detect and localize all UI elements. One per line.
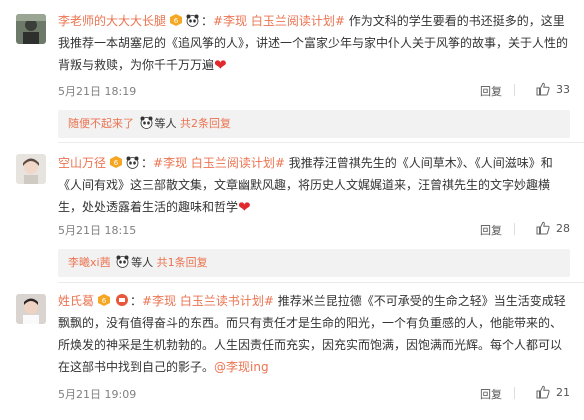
panda-emoji-icon [186, 12, 199, 27]
fan-badge-icon: 6 [96, 292, 112, 306]
reply-button[interactable]: 回复 [480, 222, 502, 238]
divider [514, 387, 515, 399]
username[interactable]: 姓氏葛 [58, 294, 94, 308]
divider [514, 84, 515, 96]
sub-reply-bar[interactable]: 李曦xi茜 等人 共1条回复 [58, 249, 570, 277]
comment-meta: 5月21日 18:19 回复 33 [58, 83, 570, 101]
heart-emoji-icon: ❤ [238, 198, 251, 216]
comment-meta: 5月21日 19:09 回复 21 [58, 386, 570, 404]
like-count: 28 [556, 221, 570, 235]
fan-badge-icon: 6 [108, 154, 124, 168]
topic-tag[interactable]: #李现 白玉兰读书计划# [142, 294, 274, 308]
topic-tag[interactable]: #李现 白玉兰阅读计划# [153, 156, 285, 170]
avatar[interactable] [16, 14, 46, 44]
more-replies-link[interactable]: 共1条回复 [157, 256, 208, 269]
timestamp: 5月21日 18:15 [58, 224, 137, 237]
topic-tag[interactable]: #李现 白玉兰阅读计划# [213, 14, 345, 28]
like-button[interactable]: 28 [536, 221, 570, 235]
comment-item: 李老师的大大大长腿 6 ：#李现 白玉兰阅读计划# 作为文科的学生要看的书还挺多的，… [0, 0, 584, 140]
panda-emoji-icon [116, 251, 129, 268]
reply-button[interactable]: 回复 [480, 83, 502, 99]
thumbs-up-icon [536, 221, 550, 235]
svg-text:6: 6 [174, 17, 179, 25]
like-button[interactable]: 33 [536, 82, 570, 96]
username[interactable]: 李老师的大大大长腿 [58, 14, 166, 28]
heart-emoji-icon: ❤ [214, 56, 227, 74]
like-count: 33 [556, 82, 570, 96]
fan-badge-icon: 6 [168, 12, 184, 26]
sub-reply-text: 等人 [154, 117, 177, 130]
thumbs-up-icon [536, 82, 550, 96]
reply-button[interactable]: 回复 [480, 386, 502, 402]
username[interactable]: 空山万径 [58, 156, 106, 170]
red-badge-icon [114, 292, 130, 306]
comment-body: 姓氏葛 6 ：#李现 白玉兰读书计划# 推荐米兰昆拉德《不可承受的生命之轻》当生活变… [58, 292, 566, 374]
sub-reply-bar[interactable]: 随便不起来了 等人 共2条回复 [58, 110, 570, 138]
comment-meta: 5月21日 18:15 回复 28 [58, 222, 570, 240]
sub-reply-text: 等人 [131, 256, 154, 269]
sub-reply-user[interactable]: 李曦xi茜 [68, 256, 111, 269]
comment-body: 空山万径 6 ：#李现 白玉兰阅读计划# 我推荐汪曾祺先生的《人间草木》、《人间滋味… [58, 154, 553, 216]
comment-item: 空山万径 6 ：#李现 白玉兰阅读计划# 我推荐汪曾祺先生的《人间草木》、《人间滋味… [0, 142, 584, 282]
mention-link[interactable]: @李现ing [214, 360, 269, 374]
avatar[interactable] [16, 294, 46, 324]
panda-emoji-icon [126, 154, 139, 169]
comment-text: 推荐米兰昆拉德《不可承受的生命之轻》当生活变成轻飘飘的，没有值得奋斗的东西。而只… [58, 294, 566, 374]
thumbs-up-icon [536, 385, 550, 399]
more-replies-link[interactable]: 共2条回复 [180, 117, 231, 130]
comment-body: 李老师的大大大长腿 6 ：#李现 白玉兰阅读计划# 作为文科的学生要看的书还挺多的，… [58, 12, 569, 74]
timestamp: 5月21日 19:09 [58, 388, 137, 401]
avatar[interactable] [16, 154, 46, 184]
like-count: 21 [556, 385, 570, 399]
timestamp: 5月21日 18:19 [58, 85, 137, 98]
like-button[interactable]: 21 [536, 385, 570, 399]
svg-text:6: 6 [102, 297, 107, 305]
divider [514, 223, 515, 235]
comment-item: 姓氏葛 6 ：#李现 白玉兰读书计划# 推荐米兰昆拉德《不可承受的生命之轻》当生活变… [0, 282, 584, 420]
panda-emoji-icon [140, 112, 153, 129]
sub-reply-user[interactable]: 随便不起来了 [68, 117, 134, 130]
svg-text:6: 6 [114, 159, 119, 167]
